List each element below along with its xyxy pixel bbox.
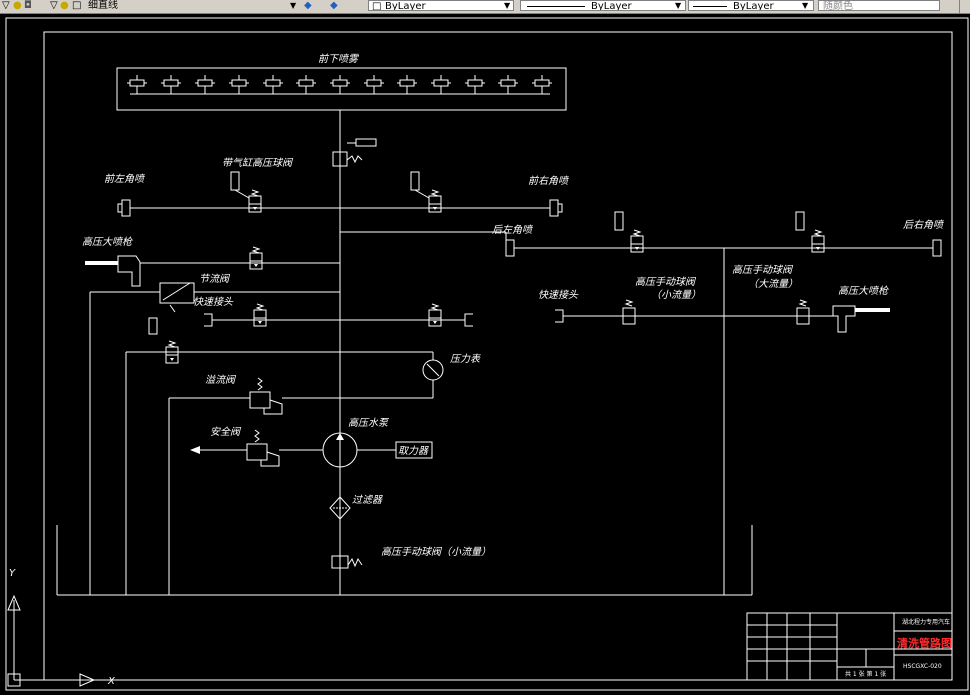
label-pto: 取力器 bbox=[398, 445, 429, 457]
linetype-preview bbox=[527, 6, 585, 7]
front-right-valve bbox=[428, 189, 442, 213]
hp-gun-left-valve bbox=[249, 246, 263, 270]
tb-drawing-code: HSCGXC-020 bbox=[903, 663, 942, 670]
layer-color-swatch: □ bbox=[72, 0, 82, 11]
front-left-valve bbox=[248, 189, 262, 213]
safety-valve[interactable] bbox=[246, 443, 268, 461]
layer-dropdown-arrow-icon[interactable]: ▼ bbox=[290, 2, 296, 10]
label-rear-left-nozzle: 后左角喷 bbox=[492, 224, 534, 236]
rear-left-valve bbox=[630, 229, 644, 253]
linetype-dropdown[interactable]: ByLayer bbox=[520, 0, 686, 11]
plotstyle-value: 随颜色 bbox=[823, 1, 853, 11]
layer-sun-icon[interactable]: ● bbox=[13, 1, 22, 11]
label-front-spray: 前下喷雾 bbox=[318, 53, 359, 65]
quick-coupler-left-b[interactable] bbox=[464, 313, 473, 327]
tb-sheet-info: 共 1 张 第 1 张 bbox=[845, 670, 886, 678]
hp-gun-left[interactable] bbox=[117, 255, 141, 287]
rear-right-valve bbox=[811, 229, 825, 253]
label-pressure-gauge: 压力表 bbox=[450, 353, 481, 365]
label-manual-valve-large-sub: （大流量） bbox=[748, 278, 798, 290]
plotstyle-dropdown[interactable]: 随颜色 bbox=[818, 0, 940, 11]
linetype-dropdown-arrow-icon[interactable]: ▼ bbox=[675, 2, 681, 10]
quick-coupler-valve-a bbox=[253, 303, 267, 327]
label-manual-valve-small-sub: （小流量） bbox=[651, 289, 701, 301]
throttle-valve[interactable] bbox=[159, 282, 195, 304]
color-value: ByLayer bbox=[385, 1, 426, 11]
linetype-value: ByLayer bbox=[591, 1, 632, 11]
title-block: 湖北程力专用汽车 清洗管路图 HSCGXC-020 共 1 张 第 1 张 bbox=[746, 612, 953, 681]
front-spray-nozzles bbox=[126, 74, 553, 95]
label-quick-coupler-left: 快速接头 bbox=[193, 296, 234, 308]
tb-company: 湖北程力专用汽车 bbox=[902, 618, 950, 626]
label-filter: 过滤器 bbox=[352, 494, 383, 506]
layer-previous-icon[interactable]: ◆ bbox=[330, 1, 338, 11]
color-swatch-icon: □ bbox=[372, 1, 382, 11]
label-hp-gun-left: 高压大喷枪 bbox=[82, 236, 133, 248]
label-manual-valve-large: 高压手动球阀 bbox=[732, 264, 794, 276]
label-manual-valve-small: 高压手动球阀 bbox=[635, 276, 697, 288]
lineweight-dropdown[interactable]: ByLayer bbox=[688, 0, 814, 11]
lineweight-preview bbox=[693, 6, 727, 7]
quick-coupler-valve-b bbox=[428, 303, 442, 327]
label-front-right-nozzle: 前右角喷 bbox=[528, 175, 570, 187]
tb-drawing-name: 清洗管路图 bbox=[897, 636, 952, 650]
quick-coupler-right[interactable] bbox=[555, 309, 564, 323]
layer-sun-icon-2[interactable]: ● bbox=[60, 1, 69, 11]
layer-freeze-icon[interactable]: ▽ bbox=[2, 1, 10, 11]
make-current-icon[interactable]: ◆ bbox=[304, 1, 312, 11]
color-dropdown[interactable]: □ ByLayer bbox=[368, 0, 514, 11]
quick-coupler-left-a[interactable] bbox=[204, 313, 213, 327]
drawing-canvas[interactable]: 前下喷雾 前左角喷 前右角喷 带气缸高压球阀 高压大喷枪 节流阀 快速接头 压力… bbox=[0, 13, 970, 695]
rear-right-nozzle[interactable] bbox=[932, 239, 942, 257]
label-throttle-valve: 节流阀 bbox=[199, 273, 231, 285]
top-valve-cylinder bbox=[355, 138, 377, 147]
ucs-y-label: Y bbox=[9, 568, 16, 579]
layer-name: 细直线 bbox=[88, 0, 118, 11]
front-right-nozzle[interactable] bbox=[549, 199, 559, 217]
front-spray-manifold[interactable] bbox=[116, 67, 567, 111]
overflow-valve[interactable] bbox=[249, 391, 271, 409]
label-quick-coupler-right: 快速接头 bbox=[538, 289, 579, 301]
layer-color-icon[interactable]: ▽ bbox=[50, 1, 58, 11]
ucs-x-label: X bbox=[107, 676, 116, 687]
outer-frame bbox=[5, 17, 969, 691]
hp-gun-right[interactable] bbox=[832, 305, 856, 333]
lineweight-dropdown-arrow-icon[interactable]: ▼ bbox=[802, 2, 808, 10]
label-safety-valve: 安全阀 bbox=[210, 426, 242, 438]
toolbar-scroll[interactable] bbox=[959, 0, 970, 13]
lineweight-value: ByLayer bbox=[733, 1, 774, 11]
label-cylinder-ball-valve: 带气缸高压球阀 bbox=[222, 157, 294, 169]
color-dropdown-arrow-icon[interactable]: ▼ bbox=[504, 2, 510, 10]
label-bottom-manual-valve: 高压手动球阀（小流量） bbox=[381, 546, 491, 558]
front-left-nozzle[interactable] bbox=[121, 199, 131, 217]
layer-lock-icon[interactable]: ◘ bbox=[24, 1, 32, 11]
label-front-left-nozzle: 前左角喷 bbox=[104, 173, 146, 185]
label-hp-pump: 高压水泵 bbox=[348, 417, 390, 429]
label-overflow-valve: 溢流阀 bbox=[205, 374, 237, 386]
inner-frame bbox=[43, 31, 953, 681]
label-rear-right-nozzle: 后右角喷 bbox=[903, 219, 945, 231]
layer-dropdown[interactable]: 细直线 bbox=[84, 0, 300, 11]
ucs-icon: Y X bbox=[7, 568, 116, 687]
rear-left-nozzle[interactable] bbox=[505, 239, 515, 257]
safety-outlet-arrow bbox=[190, 446, 200, 454]
label-hp-gun-right: 高压大喷枪 bbox=[838, 285, 889, 297]
properties-toolbar: ▽ ● ◘ ▽ ● □ 细直线 ▼ ◆ ◆ □ ByLayer ▼ ByLaye… bbox=[0, 0, 970, 14]
